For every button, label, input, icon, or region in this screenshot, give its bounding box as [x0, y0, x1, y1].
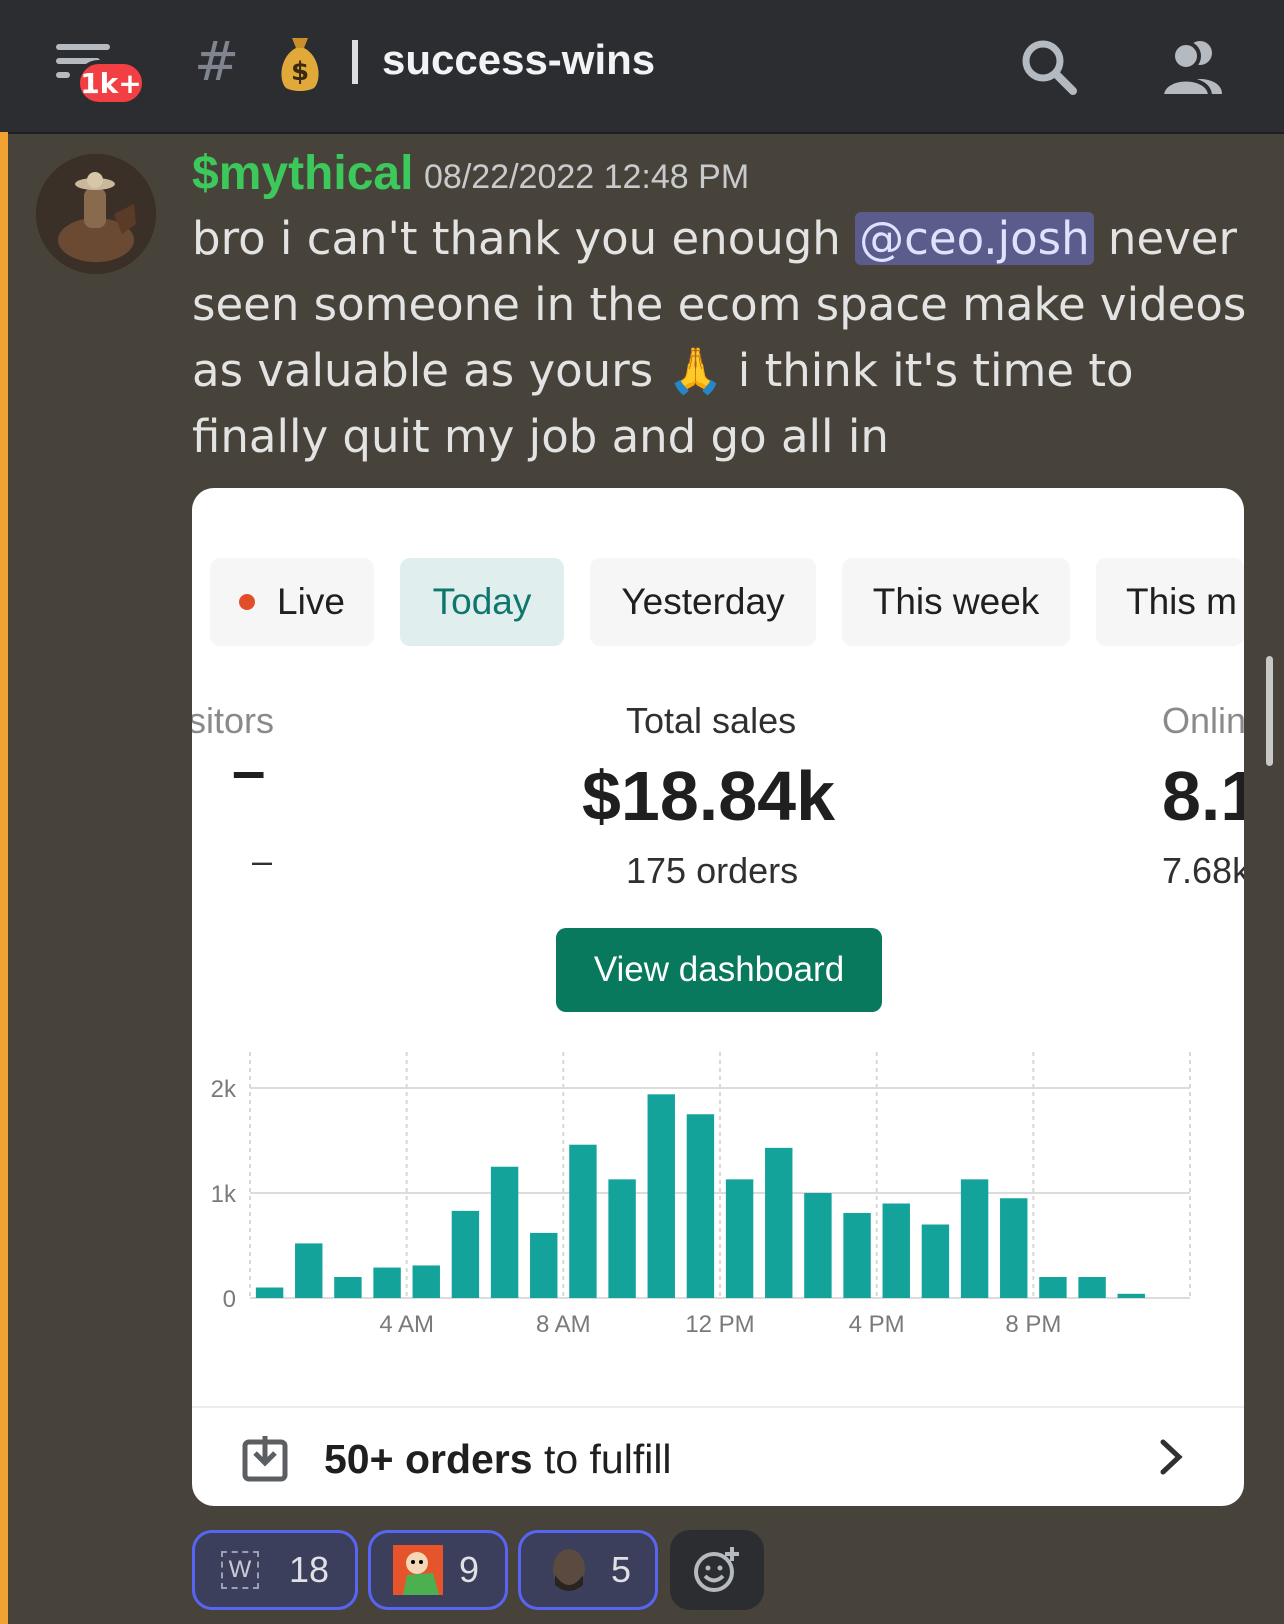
- sales-bar: [373, 1267, 401, 1298]
- add-reaction-icon: [694, 1547, 739, 1592]
- sales-bar: [412, 1265, 440, 1298]
- hourly-sales-chart: 0 1k 2k 4 AM 8 AM 12 PM 4 PM 8 PM: [211, 1052, 1191, 1338]
- add-reaction-button[interactable]: [670, 1530, 764, 1610]
- y-tick-label: 2k: [211, 1076, 237, 1103]
- orders-to-fulfill-row[interactable]: 50+ orders to fulfill: [192, 1406, 1244, 1506]
- orders-to-fulfill-text: 50+ orders to fulfill: [324, 1436, 672, 1482]
- sales-bar: [1039, 1277, 1067, 1298]
- date-range-tabs: Live Today Yesterday This week This m: [192, 558, 1244, 650]
- unread-badge: 1k+: [76, 60, 146, 106]
- y-tick-label: 1k: [211, 1181, 237, 1208]
- visitors-sub: –: [252, 840, 273, 881]
- sales-bar: [960, 1179, 989, 1298]
- total-sales-value: $18.84k: [582, 757, 836, 835]
- svg-text:$: $: [291, 57, 309, 87]
- x-tick-label: 4 PM: [849, 1311, 905, 1338]
- sales-bar: [608, 1179, 636, 1298]
- tab-today[interactable]: Today: [400, 558, 564, 646]
- sales-bar: [530, 1232, 558, 1298]
- channel-header: 1k+ # $ success-wins: [0, 0, 1284, 134]
- sales-bar: [765, 1147, 793, 1298]
- sales-bar: [1078, 1277, 1106, 1298]
- sales-bar: [882, 1203, 910, 1298]
- search-icon[interactable]: [1020, 38, 1078, 96]
- sales-bar: [569, 1144, 597, 1298]
- reaction-man-face[interactable]: 5: [518, 1530, 658, 1610]
- x-tick-label: 8 PM: [1005, 1311, 1061, 1338]
- y-tick-label: 0: [223, 1286, 236, 1313]
- man-face-emoji-icon: [553, 1549, 585, 1591]
- hashtag-icon: #: [194, 30, 240, 93]
- attached-image[interactable]: Live Today Yesterday This week This m si…: [192, 488, 1244, 1506]
- w-emoji-icon: W: [221, 1551, 259, 1589]
- sales-bar: [1000, 1198, 1028, 1298]
- chevron-right-icon: [1160, 1439, 1183, 1475]
- live-dot-icon: [239, 594, 256, 610]
- sales-bar: [647, 1094, 675, 1298]
- folded-hands-emoji: 🙏: [667, 344, 724, 397]
- view-dashboard-button[interactable]: View dashboard: [556, 928, 882, 1012]
- user-mention[interactable]: @ceo.josh: [855, 212, 1094, 265]
- members-icon[interactable]: [1160, 38, 1226, 96]
- sales-bar: [843, 1212, 871, 1298]
- tab-live[interactable]: Live: [210, 558, 374, 646]
- online-label: Onlin: [1162, 700, 1244, 741]
- reaction-w[interactable]: W 18: [192, 1530, 358, 1610]
- sales-bar: [295, 1243, 323, 1298]
- sales-bar: [334, 1277, 362, 1298]
- tab-this-week[interactable]: This week: [842, 558, 1070, 646]
- online-sub: 7.68k: [1162, 850, 1244, 891]
- tab-this-month[interactable]: This m: [1096, 558, 1244, 646]
- title-divider: [352, 40, 358, 84]
- sales-bar: [255, 1287, 284, 1298]
- avatar[interactable]: [36, 154, 156, 274]
- mention-highlight-bar: [0, 132, 8, 1624]
- sales-bar: [804, 1193, 832, 1298]
- sales-bar: [921, 1224, 950, 1298]
- total-sales-label: Total sales: [626, 700, 797, 741]
- cartoon-face-emoji-icon: [393, 1545, 443, 1595]
- sales-bar: [490, 1166, 519, 1298]
- sales-bar: [451, 1210, 480, 1298]
- x-tick-label: 12 PM: [685, 1311, 754, 1338]
- tab-yesterday[interactable]: Yesterday: [590, 558, 816, 646]
- sales-bar: [725, 1179, 754, 1298]
- visitors-value: –: [232, 737, 266, 804]
- x-tick-label: 4 AM: [379, 1311, 434, 1338]
- x-tick-label: 8 AM: [536, 1311, 591, 1338]
- inbox-download-icon: [242, 1436, 288, 1482]
- message-timestamp: 08/22/2022 12:48 PM: [424, 158, 750, 196]
- orders-count: 175 orders: [626, 850, 799, 891]
- reaction-cartoon[interactable]: 9: [368, 1530, 508, 1610]
- scrollbar[interactable]: [1266, 656, 1273, 766]
- username[interactable]: $mythical: [192, 146, 413, 201]
- sales-bar: [1117, 1293, 1145, 1298]
- money-bag-icon: $: [281, 38, 319, 91]
- sales-bar: [686, 1114, 715, 1298]
- channel-name: success-wins: [382, 36, 656, 83]
- message-content: bro i can't thank you enough @ceo.josh n…: [192, 212, 1247, 463]
- online-value: 8.1: [1162, 757, 1244, 835]
